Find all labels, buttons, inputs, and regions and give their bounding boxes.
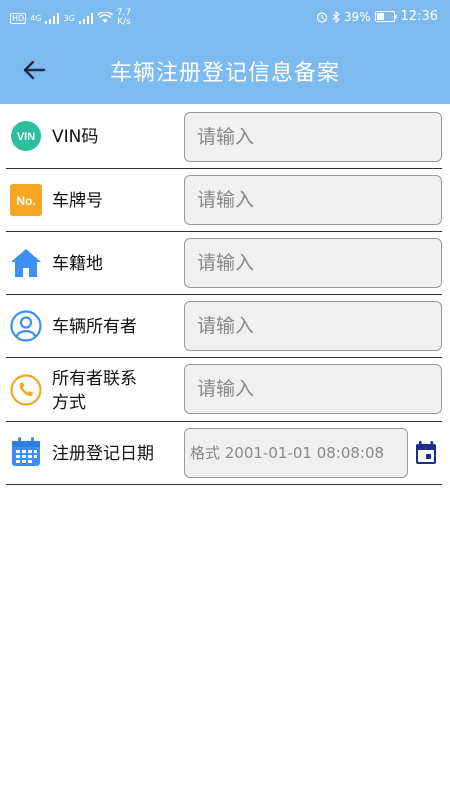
calendar-icon: [10, 436, 42, 468]
number-icon-text: No.: [16, 194, 35, 208]
status-left: HD 4G 3G 7.7 K/s: [10, 9, 131, 27]
plate-label: 车牌号: [52, 191, 103, 211]
alarm-icon: [316, 11, 327, 23]
registration-date-label: 注册登记日期: [52, 444, 154, 464]
plate-input[interactable]: [184, 175, 442, 225]
form-row-plate: No. 车牌号: [6, 169, 442, 232]
number-icon: No.: [10, 184, 42, 216]
signal-1-label: 4G: [30, 13, 42, 23]
network-speed: 7.7 K/s: [117, 9, 131, 27]
status-right: 39% 12:36: [316, 9, 438, 24]
signal-icon-2: [78, 12, 93, 24]
form-row-registration-place: 车籍地: [6, 232, 442, 295]
date-picker-button[interactable]: [414, 440, 438, 466]
owner-contact-label-line1: 所有者联系: [52, 369, 137, 389]
battery-icon: [374, 11, 397, 22]
calendar-picker-icon: [416, 441, 436, 464]
registration-place-input[interactable]: [184, 238, 442, 288]
user-icon: [10, 310, 42, 342]
bluetooth-icon: [332, 10, 340, 23]
home-icon: [10, 247, 42, 279]
signal-2-label: 3G: [63, 13, 75, 23]
vin-label: VIN码: [52, 127, 99, 147]
page-title: 车辆注册登记信息备案: [109, 61, 340, 86]
form-row-owner: 车辆所有者: [6, 295, 442, 358]
vin-icon: VIN: [10, 120, 42, 152]
form-row-registration-date: 注册登记日期: [6, 422, 442, 485]
owner-input[interactable]: [184, 301, 442, 351]
phone-icon: [10, 374, 42, 406]
signal-icon: [45, 12, 60, 24]
vin-input[interactable]: [184, 112, 442, 162]
vin-icon-text: VIN: [17, 131, 35, 143]
owner-contact-input[interactable]: [184, 364, 442, 414]
app-bar: 车辆注册登记信息备案: [0, 34, 450, 104]
status-bar: HD 4G 3G 7.7 K/s 39% 12:36: [0, 0, 450, 34]
form-row-vin: VIN VIN码: [6, 104, 442, 169]
owner-contact-label-line2: 方式: [52, 393, 86, 413]
form-row-owner-contact: 所有者联系 方式: [6, 358, 442, 422]
battery-percent: 39%: [343, 9, 371, 24]
wifi-icon: [96, 12, 113, 23]
hd-badge: HD: [10, 12, 27, 24]
owner-contact-label: 所有者联系 方式: [52, 368, 137, 414]
clock: 12:36: [400, 9, 438, 24]
owner-label: 车辆所有者: [52, 317, 137, 337]
speed-unit: K/s: [117, 17, 131, 27]
registration-date-input[interactable]: [184, 428, 408, 478]
registration-place-label: 车籍地: [52, 254, 103, 274]
